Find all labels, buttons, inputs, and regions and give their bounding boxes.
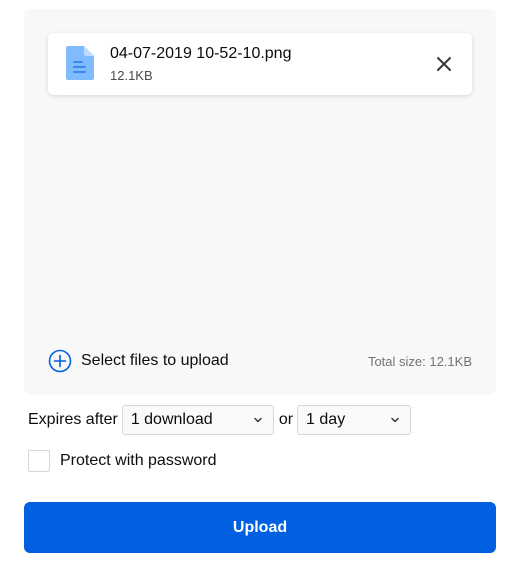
upload-button[interactable]: Upload (24, 502, 496, 553)
time-limit-value: 1 day (306, 411, 346, 428)
password-option[interactable]: Protect with password (28, 449, 217, 473)
select-files-label: Select files to upload (81, 352, 229, 369)
password-checkbox[interactable] (28, 450, 50, 472)
chevron-down-icon (391, 417, 399, 423)
upload-area[interactable]: 04-07-2019 10-52-10.png 12.1KB Select fi… (24, 9, 496, 395)
password-label: Protect with password (60, 452, 217, 469)
file-name: 04-07-2019 10-52-10.png (110, 45, 292, 62)
add-circle-icon (48, 349, 72, 373)
remove-file-button[interactable] (430, 50, 458, 78)
total-size: Total size: 12.1KB (367, 354, 472, 369)
document-icon (66, 46, 94, 80)
close-icon (437, 57, 451, 71)
download-limit-value: 1 download (130, 411, 213, 428)
chevron-down-icon (254, 417, 262, 423)
or-label: or (278, 411, 294, 428)
expiry-options: Expires after 1 download or 1 day (28, 404, 412, 436)
file-card: 04-07-2019 10-52-10.png 12.1KB (48, 33, 472, 95)
download-limit-select[interactable]: 1 download (121, 405, 274, 435)
file-size: 12.1KB (110, 68, 153, 83)
select-files-button[interactable]: Select files to upload (48, 349, 229, 373)
expires-label: Expires after (28, 411, 118, 428)
time-limit-select[interactable]: 1 day (297, 405, 412, 435)
